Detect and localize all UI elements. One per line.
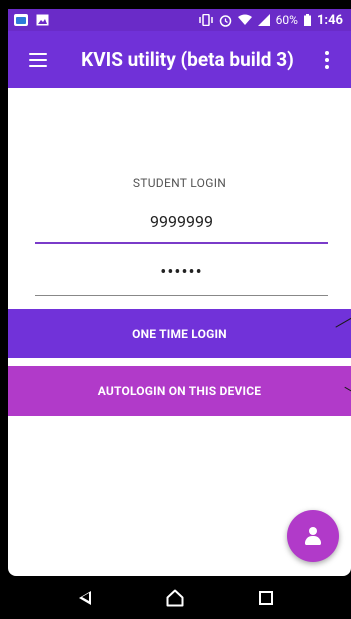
autologin-button[interactable]: AUTOLOGIN ON THIS DEVICE xyxy=(8,366,351,416)
app-screen: 60% 1:46 KVIS utility (beta build 3) STU… xyxy=(8,9,351,576)
app-bar: KVIS utility (beta build 3) xyxy=(8,31,351,88)
recents-icon[interactable] xyxy=(246,578,286,618)
student-login-heading: STUDENT LOGIN xyxy=(132,176,227,190)
vibrate-icon xyxy=(198,14,213,26)
clock-time: 1:46 xyxy=(316,12,343,28)
login-content: STUDENT LOGIN 9999999 •••••• ONE TIME LO… xyxy=(8,88,351,576)
app-icon xyxy=(14,14,28,26)
home-icon[interactable] xyxy=(155,578,195,618)
more-vert-icon[interactable] xyxy=(313,40,341,80)
app-title: KVIS utility (beta build 3) xyxy=(81,48,294,71)
alarm-icon xyxy=(219,14,232,27)
one-time-login-button[interactable]: ONE TIME LOGIN xyxy=(8,309,351,358)
system-nav-bar xyxy=(0,576,351,619)
profile-fab-button[interactable] xyxy=(287,510,339,562)
password-input[interactable]: •••••• xyxy=(35,263,328,296)
hamburger-menu-icon[interactable] xyxy=(18,40,58,80)
autologin-label: AUTOLOGIN ON THIS DEVICE xyxy=(97,384,262,398)
gallery-icon xyxy=(36,14,49,26)
back-icon[interactable] xyxy=(65,578,105,618)
battery-icon xyxy=(303,14,311,26)
status-bar: 60% 1:46 xyxy=(8,9,351,31)
person-icon xyxy=(305,527,321,545)
one-time-login-label: ONE TIME LOGIN xyxy=(132,326,227,341)
student-id-input[interactable]: 9999999 xyxy=(35,210,328,244)
signal-icon xyxy=(257,14,270,26)
wifi-icon xyxy=(237,14,252,26)
battery-percent: 60% xyxy=(275,13,298,27)
